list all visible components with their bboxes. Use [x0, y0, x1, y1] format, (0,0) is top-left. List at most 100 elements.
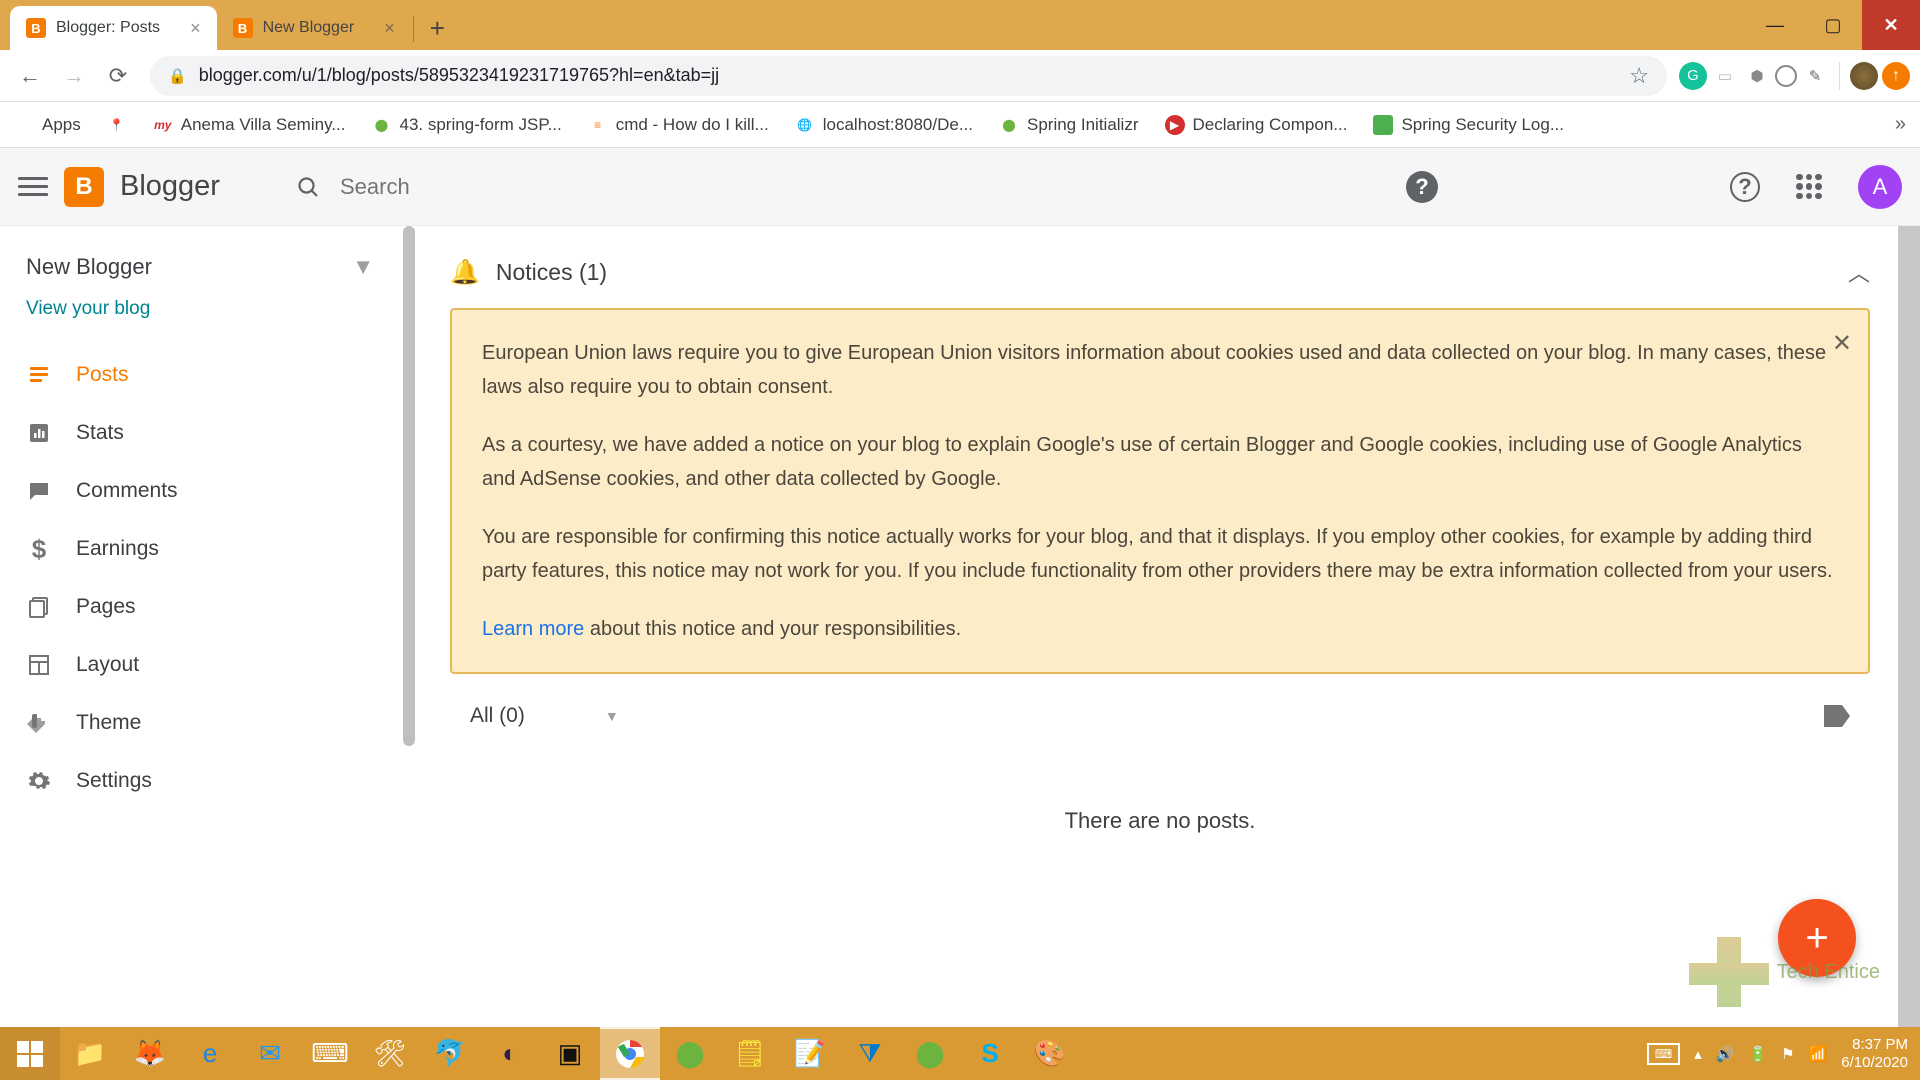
forward-button[interactable]: → — [54, 56, 94, 96]
system-tray: ⌨ ▴ 🔊 🔋 ⚑ 📶 8:37 PM 6/10/2020 — [1647, 1036, 1920, 1072]
firefox-icon[interactable]: 🦊 — [120, 1027, 180, 1080]
notepadpp-icon[interactable]: 📝 — [780, 1027, 840, 1080]
bookmark-item[interactable]: Spring Security Log... — [1373, 115, 1564, 135]
nav-comments[interactable]: Comments — [0, 462, 380, 520]
ie-icon[interactable]: e — [180, 1027, 240, 1080]
search-field[interactable] — [276, 162, 1076, 212]
watermark-logo-icon — [1689, 937, 1769, 1007]
address-bar[interactable]: 🔒 blogger.com/u/1/blog/posts/58953234192… — [150, 56, 1667, 96]
bookmark-item[interactable]: ⬤43. spring-form JSP... — [371, 115, 561, 135]
nav-label: Stats — [76, 421, 124, 445]
spring-tool-icon[interactable]: ⬤ — [900, 1027, 960, 1080]
browser-tab-active[interactable]: B Blogger: Posts × — [10, 6, 217, 50]
bookmarks-overflow-button[interactable]: » — [1895, 113, 1906, 136]
bookmark-item[interactable]: myAnema Villa Seminy... — [153, 115, 346, 135]
pages-icon — [26, 594, 52, 620]
nav-theme[interactable]: Theme — [0, 694, 380, 752]
taskbar-clock[interactable]: 8:37 PM 6/10/2020 — [1841, 1036, 1908, 1072]
nav-posts[interactable]: Posts — [0, 346, 380, 404]
notices-title: Notices (1) — [496, 259, 607, 286]
bookmark-item[interactable]: ≡cmd - How do I kill... — [588, 115, 769, 135]
start-button[interactable] — [0, 1027, 60, 1080]
nav-label: Theme — [76, 711, 141, 735]
help-filled-icon[interactable]: ? — [1406, 171, 1438, 203]
scrollbar-thumb[interactable] — [1898, 226, 1920, 1027]
filter-row: All (0) ▼ — [450, 704, 1870, 728]
action-center-icon[interactable]: ⚑ — [1781, 1045, 1794, 1063]
extension-icon[interactable] — [1775, 65, 1797, 87]
nav-pages[interactable]: Pages — [0, 578, 380, 636]
page-scrollbar[interactable] — [1898, 226, 1920, 1027]
tab-close-icon[interactable]: × — [190, 18, 201, 39]
close-notice-button[interactable]: ✕ — [1832, 324, 1852, 365]
eclipse-icon[interactable]: ◐ — [480, 1027, 540, 1080]
learn-more-link[interactable]: Learn more — [482, 618, 584, 640]
dropdown-triangle-icon: ▼ — [605, 708, 619, 724]
close-window-button[interactable]: ✕ — [1862, 0, 1920, 50]
volume-icon[interactable]: 🔊 — [1716, 1045, 1735, 1063]
file-explorer-icon[interactable]: 📁 — [60, 1027, 120, 1080]
tools-icon[interactable]: 🛠 — [360, 1027, 420, 1080]
help-outline-icon[interactable]: ? — [1730, 172, 1760, 202]
nav-earnings[interactable]: $ Earnings — [0, 520, 380, 578]
battery-icon[interactable]: 🔋 — [1748, 1045, 1767, 1063]
new-tab-button[interactable]: + — [416, 13, 459, 50]
apps-grid-icon — [14, 115, 34, 135]
notice-paragraph: Learn more about this notice and your re… — [482, 612, 1838, 646]
label-tag-button[interactable] — [1824, 705, 1850, 727]
vscode-icon[interactable]: ⧩ — [840, 1027, 900, 1080]
terminal-icon[interactable]: ▣ — [540, 1027, 600, 1080]
keyboard-tray-icon[interactable]: ⌨ — [1647, 1043, 1680, 1065]
maximize-button[interactable]: ▢ — [1804, 0, 1862, 50]
minimize-button[interactable]: — — [1746, 0, 1804, 50]
bookmark-item[interactable]: ⬤Spring Initializr — [999, 115, 1139, 135]
square-icon — [1373, 115, 1393, 135]
spring-icon[interactable]: ⬤ — [660, 1027, 720, 1080]
update-icon[interactable]: ↑ — [1882, 62, 1910, 90]
paint-icon[interactable]: 🎨 — [1020, 1027, 1080, 1080]
notes-icon[interactable]: 🗒 — [720, 1027, 780, 1080]
view-blog-link[interactable]: View your blog — [0, 298, 400, 346]
pin-icon: 📍 — [107, 115, 127, 135]
browser-tab[interactable]: B New Blogger × — [217, 6, 411, 50]
star-icon[interactable]: ☆ — [1629, 63, 1649, 89]
reload-button[interactable]: ⟳ — [98, 56, 138, 96]
blog-name: New Blogger — [26, 254, 152, 280]
mysql-icon[interactable]: 🐬 — [420, 1027, 480, 1080]
notices-header[interactable]: 🔔 Notices (1) ︿ — [450, 256, 1870, 288]
wifi-icon[interactable]: 📶 — [1809, 1045, 1828, 1063]
bookmark-item[interactable]: ▶Declaring Compon... — [1165, 115, 1348, 135]
hamburger-menu-button[interactable] — [18, 177, 48, 196]
back-button[interactable]: ← — [10, 56, 50, 96]
grammarly-ext-icon[interactable]: G — [1679, 62, 1707, 90]
extension-icon[interactable]: ▭ — [1711, 62, 1739, 90]
stats-icon — [26, 420, 52, 446]
tab-close-icon[interactable]: × — [384, 18, 395, 39]
bookmark-item[interactable]: 🌐localhost:8080/De... — [795, 115, 973, 135]
bookmark-apps[interactable]: Apps — [14, 115, 81, 135]
search-input[interactable] — [340, 174, 1056, 200]
posts-filter-dropdown[interactable]: All (0) ▼ — [470, 704, 619, 728]
earnings-icon: $ — [26, 536, 52, 562]
browser-titlebar: B Blogger: Posts × B New Blogger × + — ▢… — [0, 0, 1920, 50]
nav-settings[interactable]: Settings — [0, 752, 380, 810]
tray-chevron-icon[interactable]: ▴ — [1694, 1045, 1702, 1063]
blog-selector[interactable]: New Blogger ▼ — [0, 244, 400, 298]
google-apps-button[interactable] — [1796, 174, 1822, 200]
chrome-profile-avatar[interactable] — [1850, 62, 1878, 90]
skype-icon[interactable]: S — [960, 1027, 1020, 1080]
nav-label: Posts — [76, 363, 129, 387]
spring-icon: ⬤ — [371, 115, 391, 135]
chrome-icon[interactable] — [600, 1027, 660, 1080]
keyboard-icon[interactable]: ⌨ — [300, 1027, 360, 1080]
adblock-ext-icon[interactable]: ⬢ — [1743, 62, 1771, 90]
chevron-up-icon[interactable]: ︿ — [1848, 256, 1870, 288]
nav-stats[interactable]: Stats — [0, 404, 380, 462]
nav-layout[interactable]: Layout — [0, 636, 380, 694]
dropdown-triangle-icon: ▼ — [352, 254, 374, 280]
thunderbird-icon[interactable]: ✉ — [240, 1027, 300, 1080]
bookmark-item[interactable]: 📍 — [107, 115, 127, 135]
colorpicker-ext-icon[interactable]: ✎ — [1801, 62, 1829, 90]
clock-date: 6/10/2020 — [1841, 1054, 1908, 1072]
account-avatar[interactable]: A — [1858, 165, 1902, 209]
